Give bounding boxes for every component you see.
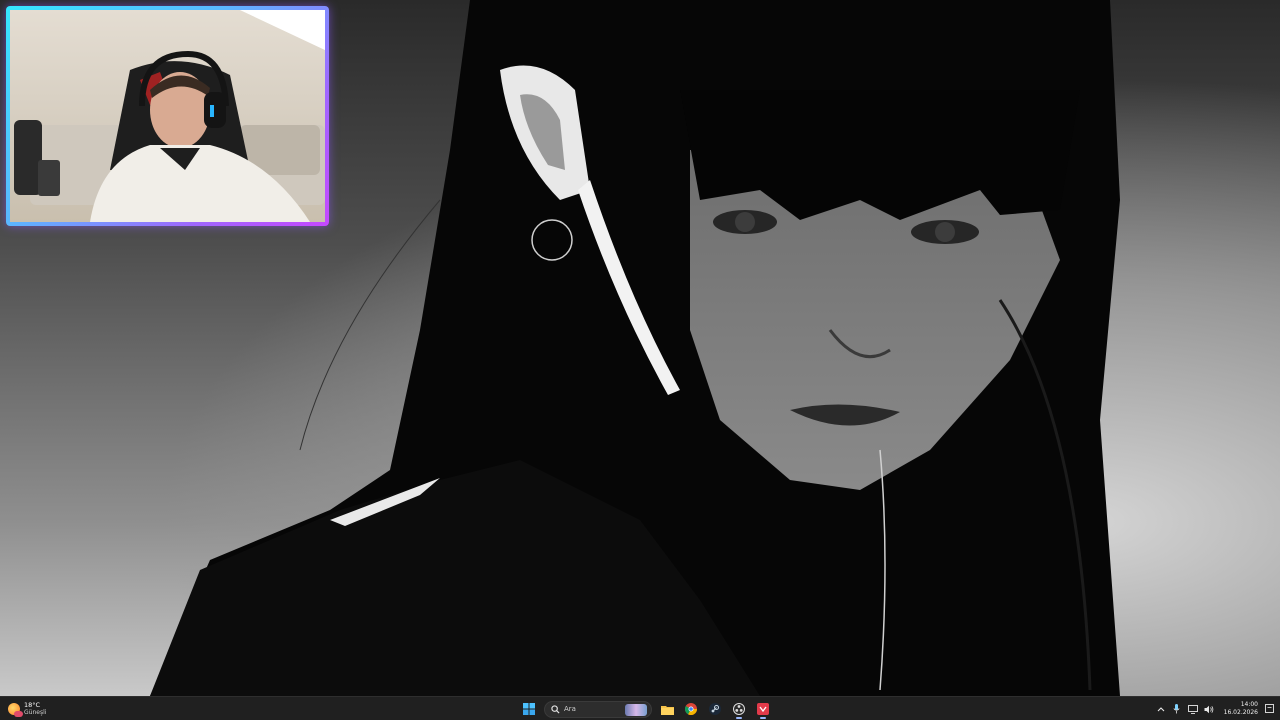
chevron-up-icon[interactable]: [1156, 704, 1166, 714]
sun-cloud-icon: [8, 703, 23, 717]
system-tray: 14:00 16.02.2026: [1156, 699, 1274, 719]
clock-date: 16.02.2026: [1223, 709, 1258, 716]
chrome-icon: [685, 703, 697, 715]
steam-icon: [709, 703, 721, 715]
search-highlight-image: [625, 703, 647, 716]
windows-logo-icon: [523, 703, 535, 715]
file-explorer-button[interactable]: [658, 700, 676, 718]
search-icon: [551, 704, 560, 714]
webcam-scene: [14, 10, 325, 222]
network-icon[interactable]: [1187, 704, 1198, 714]
weather-temperature: 18°C: [24, 701, 41, 709]
taskbar-center: Ara: [520, 699, 772, 719]
obs-button[interactable]: [730, 700, 748, 719]
volume-icon[interactable]: [1204, 704, 1214, 714]
taskbar: 18°C Güneşli Ara 14:00 16.02.2026: [0, 696, 1280, 720]
chrome-button[interactable]: [682, 700, 700, 718]
weather-widget[interactable]: 18°C Güneşli: [8, 699, 46, 719]
search-label: Ara: [564, 705, 576, 713]
webcam-video: [10, 10, 325, 222]
clock[interactable]: 14:00 16.02.2026: [1224, 701, 1258, 717]
folder-icon: [660, 705, 674, 715]
steam-button[interactable]: [706, 700, 724, 718]
webcam-overlay: [6, 6, 329, 226]
microphone-icon[interactable]: [1172, 704, 1182, 714]
red-app-icon: [757, 703, 769, 715]
weather-condition: Güneşli: [24, 709, 47, 716]
notification-icon[interactable]: [1264, 704, 1274, 714]
start-button[interactable]: [520, 700, 538, 718]
taskbar-search[interactable]: Ara: [544, 700, 652, 718]
red-app-button[interactable]: [754, 700, 772, 719]
obs-icon: [733, 703, 745, 715]
clock-time: 14:00: [1240, 701, 1258, 708]
